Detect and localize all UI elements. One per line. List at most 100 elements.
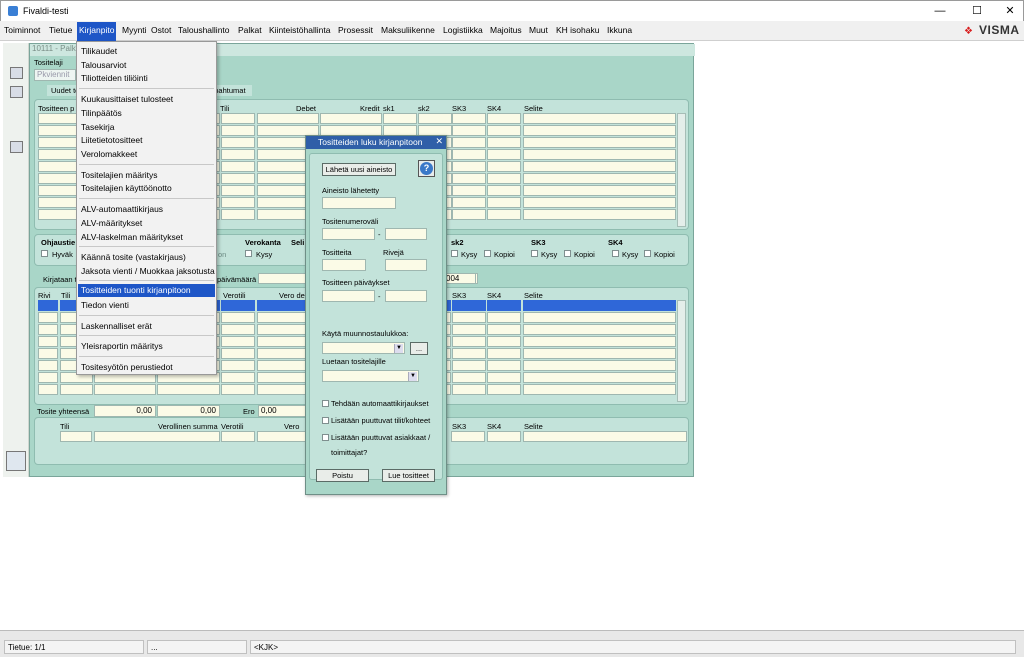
menu-item-tilikaudet[interactable]: Tilikaudet [81,46,117,56]
numero-to-field[interactable] [385,228,427,240]
grid-cell[interactable] [487,197,521,208]
grid-cell[interactable] [487,209,521,220]
grid-cell[interactable] [487,300,521,311]
grid-cell[interactable] [452,384,486,395]
riveja-field[interactable] [385,259,427,271]
menu-toiminnot[interactable]: Toiminnot [4,25,40,39]
sk3-kysy-checkbox[interactable] [531,250,538,257]
lue-tositteet-button[interactable]: Lue tositteet [382,469,435,482]
grid-cell[interactable] [523,113,676,124]
grid-cell[interactable] [452,324,486,335]
grid-cell[interactable] [221,324,255,335]
grid-cell[interactable] [221,360,255,371]
detail-tili-field[interactable] [60,431,92,442]
grid-cell[interactable] [452,125,486,136]
menu-item-tiedon-vienti[interactable]: Tiedon vienti [81,300,129,310]
grid-cell[interactable] [487,324,521,335]
sk3-kopioi-checkbox[interactable] [564,250,571,257]
grid-cell[interactable] [38,324,58,335]
menu-item-kuukausittaiset[interactable]: Kuukausittaiset tulosteet [81,94,173,104]
menu-item-tiliotteiden-tilioenti[interactable]: Tiliotteiden tiliöinti [81,73,148,83]
aineisto-field[interactable] [322,197,396,209]
menu-item-yleisraportin-maaritys[interactable]: Yleisraportin määritys [81,341,163,351]
help-icon[interactable]: ? [418,160,435,177]
paivays-from-field[interactable] [322,290,375,302]
grid-cell[interactable] [487,113,521,124]
menu-item-tilinpaatos[interactable]: Tilinpäätös [81,108,122,118]
grid-cell[interactable] [221,125,255,136]
detail-sk3-field[interactable] [451,431,485,442]
detail-selite-field[interactable] [523,431,687,442]
grid-cell[interactable] [452,185,486,196]
grid-cell[interactable] [523,149,676,160]
grid-cell[interactable] [523,324,676,335]
grid-cell[interactable] [487,336,521,347]
menu-item-liitetietotositteet[interactable]: Liitetietotositteet [81,135,142,145]
grid-cell[interactable] [38,372,58,383]
grid-cell[interactable] [523,312,676,323]
grid-cell[interactable] [487,173,521,184]
grid-cell[interactable] [221,137,255,148]
tositelaji-field[interactable]: Pkviennit [34,69,76,81]
grid-cell[interactable] [221,185,255,196]
grid-cell[interactable] [487,372,521,383]
menu-item-kaanna-tosite[interactable]: Käännä tosite (vastakirjaus) [81,252,186,262]
minimize-button[interactable]: — [925,3,955,19]
grid-cell[interactable] [221,113,255,124]
paivays-to-field[interactable] [385,290,427,302]
grid-cell[interactable] [452,348,486,359]
menu-item-alv-laskelman[interactable]: ALV-laskelman määritykset [81,232,183,242]
grid-cell[interactable] [94,384,156,395]
grid-cell[interactable] [523,125,676,136]
grid-cell[interactable] [221,209,255,220]
automaattikirjaukset-checkbox[interactable] [322,400,329,407]
grid-cell[interactable] [452,336,486,347]
voucher-grid-scrollbar[interactable] [677,113,686,227]
save-icon[interactable] [10,67,23,79]
grid-cell[interactable] [320,113,382,124]
maximize-button[interactable]: ☐ [962,3,992,19]
grid-cell[interactable] [452,113,486,124]
grid-cell[interactable] [523,137,676,148]
grid-cell[interactable] [452,197,486,208]
detail-vero-field[interactable] [257,431,307,442]
browse-button[interactable]: ... [410,342,428,355]
menu-ostot[interactable]: Ostot [151,25,171,39]
hyvak-checkbox[interactable] [41,250,48,257]
grid-cell[interactable] [452,300,486,311]
detail-verotili-field[interactable] [221,431,255,442]
grid-cell[interactable] [452,209,486,220]
puuttuvat-tilit-checkbox[interactable] [322,417,329,424]
grid-cell[interactable] [523,173,676,184]
grid-cell[interactable] [221,161,255,172]
tositelaji-select[interactable]: ▼ [322,370,419,382]
grid-cell[interactable] [452,161,486,172]
grid-cell[interactable] [221,300,255,311]
grid-cell[interactable] [523,360,676,371]
menu-prosessit[interactable]: Prosessit [338,25,373,39]
grid-cell[interactable] [257,113,319,124]
grid-cell[interactable] [487,360,521,371]
grid-cell[interactable] [487,149,521,160]
dialog-close-icon[interactable]: ✕ [435,136,443,147]
print-icon[interactable] [10,141,23,153]
grid-cell[interactable] [452,372,486,383]
menu-item-talousarviot[interactable]: Talousarviot [81,60,126,70]
grid-cell[interactable] [157,384,220,395]
menu-item-jaksota-vienti[interactable]: Jaksota vienti / Muokkaa jaksotusta [81,266,215,276]
poistu-button[interactable]: Poistu [316,469,369,482]
menu-kirjanpito[interactable]: Kirjanpito [77,22,117,41]
grid-cell[interactable] [523,384,676,395]
grid-cell[interactable] [38,348,58,359]
grid-cell[interactable] [523,348,676,359]
grid-cell[interactable] [221,372,255,383]
grid-cell[interactable] [452,312,486,323]
grid-cell[interactable] [523,209,676,220]
grid-cell[interactable] [523,161,676,172]
menu-ikkuna[interactable]: Ikkuna [607,25,632,39]
grid-cell[interactable] [523,372,676,383]
grid-cell[interactable] [38,300,58,311]
grid-cell[interactable] [523,185,676,196]
menu-item-alv-automaattikirjaus[interactable]: ALV-automaattikirjaus [81,204,163,214]
grid-cell[interactable] [487,348,521,359]
